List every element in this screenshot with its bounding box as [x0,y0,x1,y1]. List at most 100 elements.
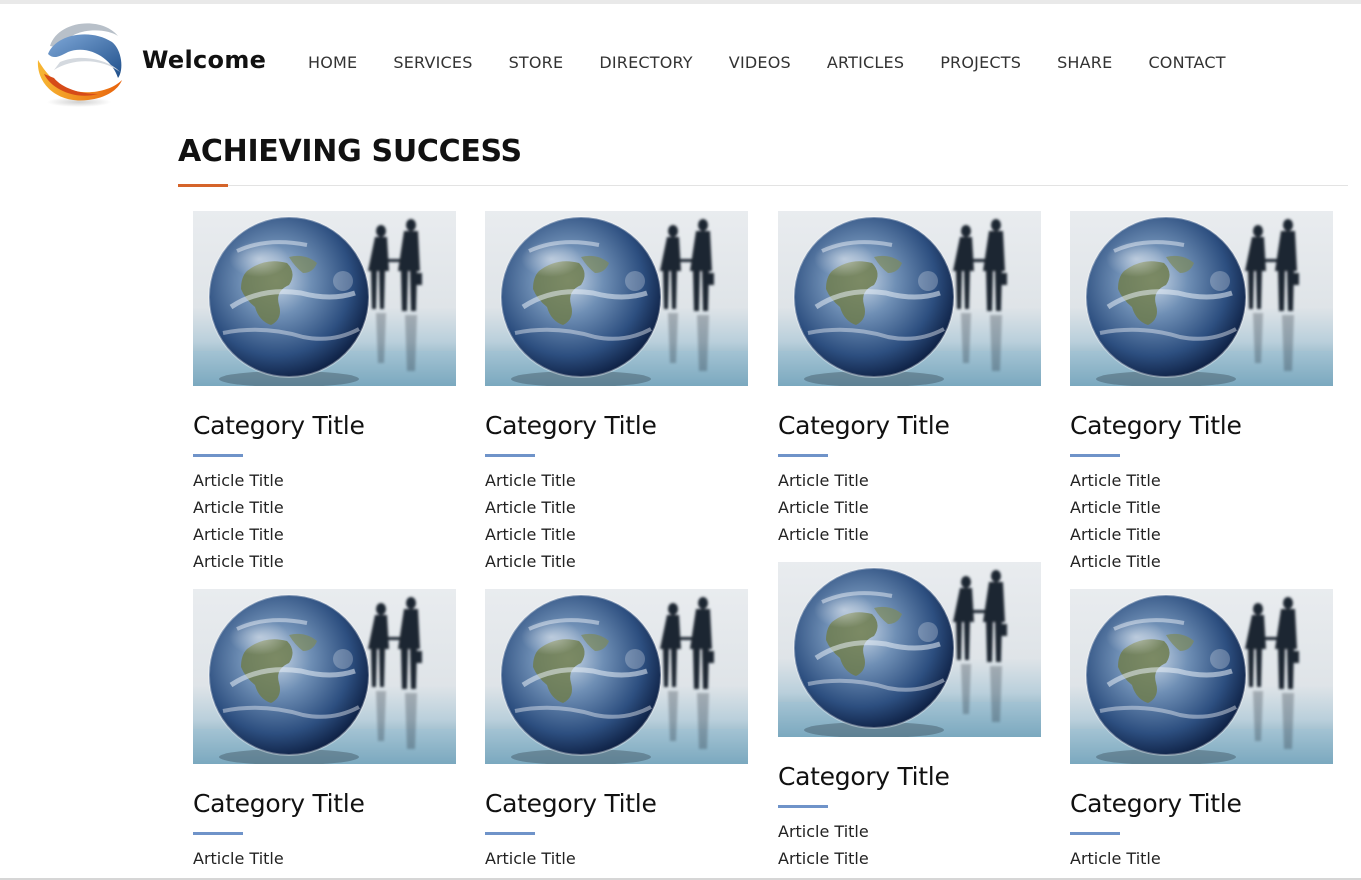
brand-name[interactable]: Welcome [142,46,266,74]
article-title-link[interactable]: Article Title [193,552,284,571]
article-title-link[interactable]: Article Title [193,498,284,517]
category-title[interactable]: Category Title [1070,410,1333,442]
article-list-item: Article Title [1070,848,1333,875]
article-list-item: Article Title [1070,470,1333,497]
category-thumbnail[interactable] [1070,211,1333,386]
category-thumbnail[interactable] [193,589,456,764]
article-list-item: Article Title [778,821,1041,848]
nav-share[interactable]: SHARE [1039,52,1130,76]
main-nav: HOME SERVICES STORE DIRECTORY VIDEOS ART… [290,52,1244,76]
nav-services[interactable]: SERVICES [375,52,490,76]
nav-home[interactable]: HOME [290,52,375,76]
section-title-accent [178,184,228,187]
category-title[interactable]: Category Title [193,788,456,820]
article-list-item: Article Title [778,470,1041,497]
article-title-link[interactable]: Article Title [485,552,576,571]
article-list-item: Article Title [778,524,1041,551]
article-list-item: Article Title [485,551,748,578]
category-card: Category Title Article Title [1070,589,1333,875]
article-list: Article Title Article Title Article Title A… [485,470,748,578]
category-thumbnail[interactable] [485,211,748,386]
category-title-accent [778,805,828,808]
article-title-link[interactable]: Article Title [778,498,869,517]
nav-projects[interactable]: PROJECTS [922,52,1039,76]
nav-directory[interactable]: DIRECTORY [581,52,710,76]
article-title-link[interactable]: Article Title [193,471,284,490]
article-list: Article Title [485,848,748,875]
category-title-accent [485,832,535,835]
nav-videos[interactable]: VIDEOS [711,52,809,76]
category-thumbnail[interactable] [778,211,1041,386]
article-title-link[interactable]: Article Title [1070,849,1161,868]
category-title[interactable]: Category Title [778,761,1041,793]
category-title-accent [485,454,535,457]
article-title-link[interactable]: Article Title [778,525,869,544]
site-header: Welcome HOME SERVICES STORE DIRECTORY VI… [0,4,1361,114]
article-list-item: Article Title [485,470,748,497]
article-list-item: Article Title [1070,551,1333,578]
article-list-item: Article Title [485,497,748,524]
article-list-item: Article Title [485,848,748,875]
category-title-accent [778,454,828,457]
article-title-link[interactable]: Article Title [778,822,869,841]
category-card: Category Title Article Title Article Title… [1070,211,1333,578]
category-title[interactable]: Category Title [193,410,456,442]
globe-handshake-image[interactable] [1070,211,1333,386]
article-list-item: Article Title [193,524,456,551]
article-title-link[interactable]: Article Title [778,849,869,868]
globe-handshake-image[interactable] [193,589,456,764]
section-title: ACHIEVING SUCCESS [178,134,522,169]
category-card: Category Title Article Title [485,589,748,875]
article-list-item: Article Title [1070,524,1333,551]
article-list: Article Title [1070,848,1333,875]
article-list-item: Article Title [193,551,456,578]
category-title-accent [1070,454,1120,457]
article-list-item: Article Title [778,497,1041,524]
article-list-item: Article Title [485,524,748,551]
article-title-link[interactable]: Article Title [485,498,576,517]
nav-store[interactable]: STORE [491,52,582,76]
category-card: Category Title Article Title Article Title… [193,211,456,578]
category-thumbnail[interactable] [193,211,456,386]
article-list: Article Title Article Title Article Title [778,470,1041,551]
globe-handshake-image[interactable] [778,211,1041,386]
category-card: Category Title Article Title Article Title [778,562,1041,875]
nav-articles[interactable]: ARTICLES [809,52,922,76]
category-card: Category Title Article Title [193,589,456,875]
article-title-link[interactable]: Article Title [193,525,284,544]
article-list: Article Title Article Title Article Title A… [193,470,456,578]
article-list: Article Title [193,848,456,875]
section-divider [178,185,1348,186]
category-title[interactable]: Category Title [485,788,748,820]
article-title-link[interactable]: Article Title [193,849,284,868]
article-title-link[interactable]: Article Title [485,849,576,868]
category-title-accent [1070,832,1120,835]
globe-handshake-image[interactable] [778,562,1041,737]
category-thumbnail[interactable] [778,562,1041,737]
article-list: Article Title Article Title [778,821,1041,875]
article-list-item: Article Title [193,497,456,524]
category-title[interactable]: Category Title [778,410,1041,442]
globe-handshake-image[interactable] [1070,589,1333,764]
globe-handshake-image[interactable] [485,589,748,764]
article-list: Article Title Article Title Article Title A… [1070,470,1333,578]
article-list-item: Article Title [193,470,456,497]
category-title[interactable]: Category Title [485,410,748,442]
category-thumbnail[interactable] [485,589,748,764]
article-title-link[interactable]: Article Title [485,471,576,490]
article-list-item: Article Title [778,848,1041,875]
globe-handshake-image[interactable] [485,211,748,386]
article-title-link[interactable]: Article Title [778,471,869,490]
article-title-link[interactable]: Article Title [1070,525,1161,544]
article-title-link[interactable]: Article Title [485,525,576,544]
article-title-link[interactable]: Article Title [1070,471,1161,490]
category-title-accent [193,454,243,457]
category-title-accent [193,832,243,835]
globe-swirl-logo-icon[interactable] [32,14,126,108]
nav-contact[interactable]: CONTACT [1130,52,1243,76]
article-title-link[interactable]: Article Title [1070,498,1161,517]
category-thumbnail[interactable] [1070,589,1333,764]
category-title[interactable]: Category Title [1070,788,1333,820]
article-title-link[interactable]: Article Title [1070,552,1161,571]
globe-handshake-image[interactable] [193,211,456,386]
